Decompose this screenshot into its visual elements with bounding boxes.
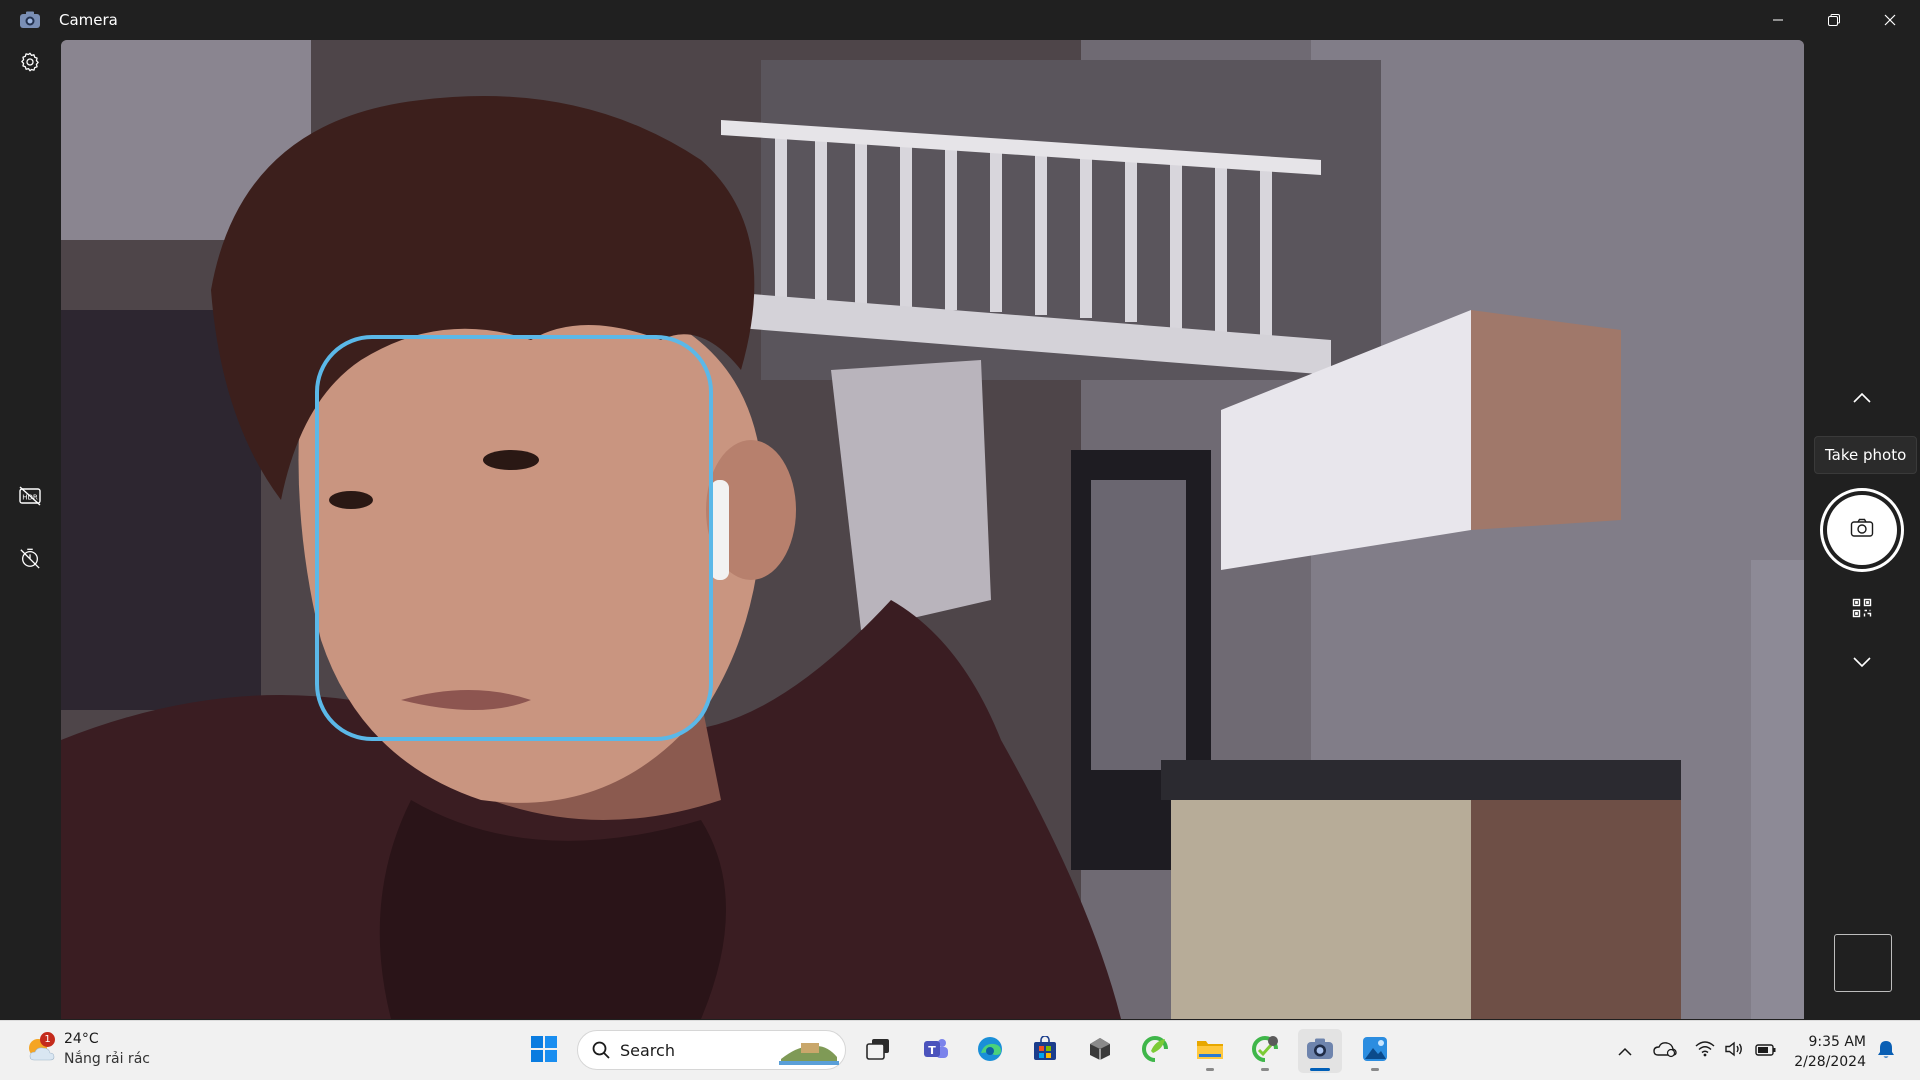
last-capture-thumbnail[interactable]: [1834, 934, 1892, 992]
close-icon: [1884, 11, 1896, 30]
partly-sunny-icon: 1: [24, 1032, 58, 1066]
green-circle-app-icon: [1251, 1035, 1279, 1067]
clock-date: 2/28/2024: [1794, 1054, 1866, 1070]
unity-app[interactable]: [1078, 1029, 1122, 1073]
file-explorer-app[interactable]: [1188, 1029, 1232, 1073]
show-hidden-icons-button[interactable]: [1611, 1035, 1639, 1067]
app-green-leaf[interactable]: [1133, 1029, 1177, 1073]
chevron-up-icon: [1852, 389, 1872, 408]
wifi-icon: [1695, 1041, 1715, 1061]
edge-app[interactable]: [968, 1029, 1012, 1073]
bell-icon: [1877, 1039, 1895, 1063]
edge-icon: [976, 1035, 1004, 1067]
volume-tray[interactable]: [1720, 1035, 1748, 1067]
take-photo-tooltip: Take photo: [1814, 436, 1918, 474]
task-view-button[interactable]: [856, 1029, 900, 1073]
onedrive-tray[interactable]: [1651, 1035, 1679, 1067]
mode-up-button[interactable]: [1838, 378, 1886, 418]
search-label: Search: [620, 1040, 675, 1060]
title-bar: Camera: [0, 0, 1920, 40]
camera-app[interactable]: [1298, 1029, 1342, 1073]
camera-window: Camera HDR Take photo 1 24°C Nắng rải rá…: [0, 0, 1920, 1080]
weather-badge: 1: [40, 1032, 55, 1047]
teams-app[interactable]: T: [914, 1029, 958, 1073]
running-indicator: [1261, 1068, 1269, 1071]
camera-app-icon: [18, 8, 42, 32]
notifications-button[interactable]: [1872, 1035, 1900, 1067]
barcode-mode-button[interactable]: [1838, 590, 1886, 630]
store-app[interactable]: [1023, 1029, 1067, 1073]
start-button[interactable]: [522, 1029, 566, 1073]
photos-app[interactable]: [1353, 1029, 1397, 1073]
take-photo-button[interactable]: [1820, 488, 1904, 572]
task-view-icon: [865, 1037, 891, 1065]
timer-button[interactable]: [8, 538, 52, 582]
mode-down-button[interactable]: [1838, 642, 1886, 682]
camera-icon: [1850, 518, 1874, 542]
restore-icon: [1828, 11, 1840, 30]
window-title: Camera: [59, 11, 118, 29]
chevron-down-icon: [1852, 653, 1872, 672]
camera-icon: [1305, 1037, 1335, 1065]
svg-text:T: T: [928, 1044, 936, 1057]
running-indicator: [1371, 1068, 1379, 1071]
clock[interactable]: 9:35 AM 2/28/2024: [1792, 1032, 1866, 1072]
settings-button[interactable]: [8, 42, 52, 86]
taskbar-search[interactable]: Search: [577, 1030, 846, 1070]
folder-icon: [1195, 1036, 1225, 1066]
chevron-up-icon: [1618, 1042, 1632, 1061]
unity-icon: [1087, 1036, 1113, 1066]
active-indicator: [1310, 1068, 1330, 1071]
running-indicator: [1206, 1068, 1214, 1071]
teams-icon: T: [922, 1035, 950, 1067]
volume-icon: [1724, 1041, 1744, 1061]
taskbar: 1 24°C Nắng rải rác Search T 9:35 AM 2/2…: [0, 1020, 1920, 1080]
qr-code-icon: [1852, 598, 1872, 622]
photos-icon: [1361, 1035, 1389, 1067]
search-highlight-image: [779, 1037, 839, 1069]
hdr-off-icon: HDR: [18, 486, 42, 510]
hdr-toggle-button[interactable]: HDR: [8, 476, 52, 520]
timer-off-icon: [19, 547, 41, 573]
minimize-button[interactable]: [1750, 0, 1806, 40]
restore-button[interactable]: [1806, 0, 1862, 40]
onedrive-icon: [1653, 1040, 1677, 1062]
weather-description: Nắng rải rác: [64, 1051, 150, 1067]
camera-preview[interactable]: [61, 40, 1804, 1019]
close-button[interactable]: [1862, 0, 1918, 40]
app-green-circle[interactable]: [1243, 1029, 1287, 1073]
windows-logo-icon: [530, 1035, 558, 1067]
battery-icon: [1755, 1042, 1777, 1061]
weather-temperature: 24°C: [64, 1031, 99, 1047]
battery-tray[interactable]: [1752, 1035, 1780, 1067]
minimize-icon: [1772, 11, 1784, 30]
network-tray[interactable]: [1691, 1035, 1719, 1067]
microsoft-store-icon: [1032, 1035, 1058, 1066]
weather-widget[interactable]: 1 24°C Nắng rải rác: [24, 1029, 150, 1069]
leaf-app-icon: [1141, 1035, 1169, 1067]
search-icon: [592, 1041, 610, 1059]
clock-time: 9:35 AM: [1808, 1034, 1866, 1050]
gear-icon: [19, 51, 41, 77]
